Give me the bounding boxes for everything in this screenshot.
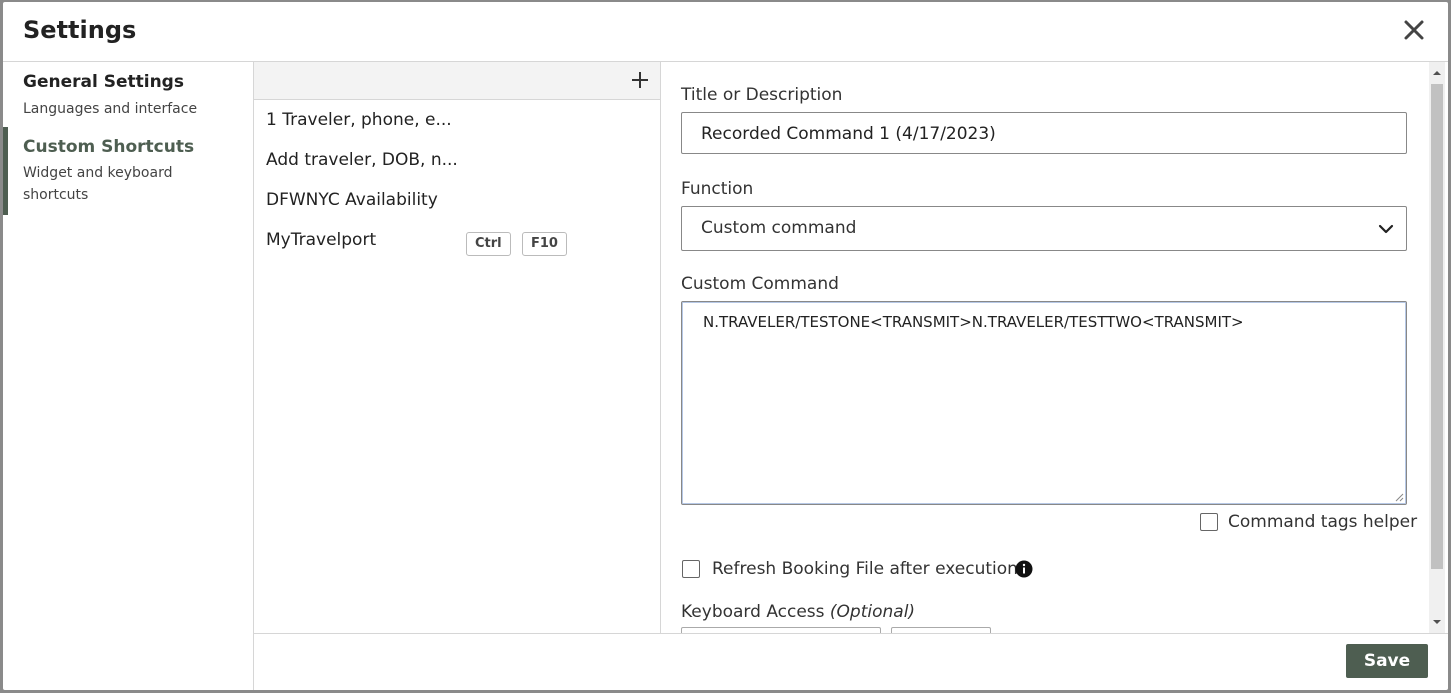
title-label: Title or Description [681,85,843,105]
shortcut-list: 1 Traveler, phone, e... Add traveler, DO… [254,62,661,633]
shortcut-form: Title or Description Recorded Command 1 … [661,62,1448,633]
dialog-header: Settings [3,2,1448,62]
custom-command-textarea[interactable]: N.TRAVELER/TESTONE<TRANSMIT>N.TRAVELER/T… [681,301,1407,505]
function-select[interactable]: Custom command [681,206,1407,251]
dialog-title: Settings [23,16,137,44]
shortcut-label: 1 Traveler, phone, e... [266,110,452,130]
settings-dialog: Settings General Settings Languages and … [3,2,1448,690]
keyboard-access-optional: (Optional) [829,602,916,622]
shortcut-list-header [254,62,660,100]
scroll-down-icon[interactable] [1432,617,1442,627]
scroll-thumb[interactable] [1431,84,1443,569]
nav-item-subtitle: Languages and interface [23,101,198,117]
add-shortcut-button[interactable] [628,68,652,92]
save-button[interactable]: Save [1346,644,1428,678]
refresh-booking-checkbox[interactable] [682,560,700,578]
close-button[interactable] [1400,16,1428,44]
dialog-footer: Save [254,633,1448,690]
shortcut-list-item[interactable]: 1 Traveler, phone, e... [266,106,646,136]
close-icon [1404,20,1424,40]
nav-item-custom-shortcuts[interactable]: Custom Shortcuts Widget and keyboard sho… [3,127,253,215]
shortcut-list-item[interactable]: Add traveler, DOB, n... [266,146,646,176]
scroll-up-icon[interactable] [1432,68,1442,78]
title-input[interactable]: Recorded Command 1 (4/17/2023) [681,112,1407,154]
form-scrollbar[interactable] [1429,62,1445,633]
refresh-booking-label: Refresh Booking File after execution [712,559,1018,579]
nav-item-general-settings[interactable]: General Settings Languages and interface [3,72,253,122]
shortcut-label: MyTravelport [266,230,377,250]
function-select-value: Custom command [701,218,857,238]
plus-icon [632,72,648,88]
key-badge-ctrl: Ctrl [466,232,511,256]
chevron-down-icon [1378,224,1394,234]
shortcut-list-item[interactable]: DFWNYC Availability [266,186,646,216]
key-badge-f10: F10 [522,232,567,256]
command-tags-helper-label: Command tags helper [1228,512,1418,532]
settings-nav: General Settings Languages and interface… [3,62,254,690]
custom-command-label: Custom Command [681,274,839,294]
command-tags-helper-checkbox[interactable] [1200,513,1218,531]
shortcut-label: Add traveler, DOB, n... [266,150,458,170]
custom-command-value: N.TRAVELER/TESTONE<TRANSMIT>N.TRAVELER/T… [703,313,1244,331]
shortcut-label: DFWNYC Availability [266,190,438,210]
resize-grip-icon[interactable] [1394,492,1404,502]
nav-item-subtitle: Widget and keyboard shortcuts [23,165,173,203]
keyboard-access-text: Keyboard Access [681,602,825,622]
nav-item-title: General Settings [23,72,184,92]
keyboard-access-label: Keyboard Access (Optional) [681,602,915,622]
function-label: Function [681,179,754,199]
info-icon[interactable] [1015,560,1033,578]
shortcut-list-item[interactable]: MyTravelport Ctrl F10 [266,226,646,256]
nav-item-title: Custom Shortcuts [23,137,195,157]
